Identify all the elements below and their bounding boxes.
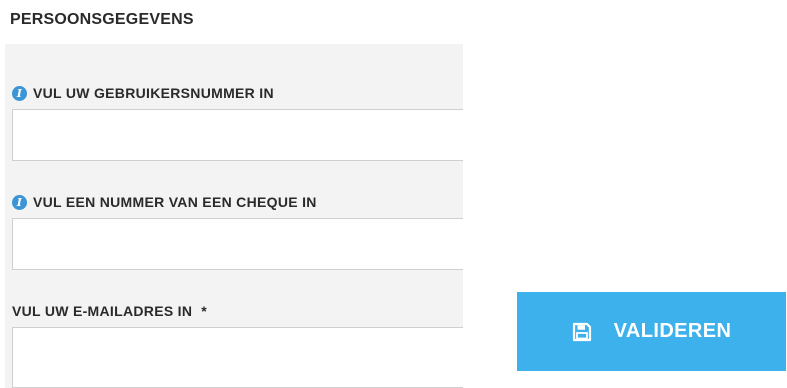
user-number-label: i VUL UW GEBRUIKERSNUMMER IN — [12, 85, 274, 101]
email-input[interactable] — [12, 327, 463, 388]
cheque-number-label: i VUL EEN NUMMER VAN EEN CHEQUE IN — [12, 194, 317, 210]
email-label: VUL UW E-MAILADRES IN * — [12, 303, 207, 319]
user-number-input[interactable] — [12, 109, 463, 161]
cheque-number-label-text: VUL EEN NUMMER VAN EEN CHEQUE IN — [33, 194, 317, 210]
section-title: PERSOONSGEGEVENS — [10, 11, 194, 28]
cheque-number-input[interactable] — [12, 218, 463, 270]
save-icon — [572, 322, 591, 341]
email-label-text: VUL UW E-MAILADRES IN — [12, 303, 193, 319]
user-number-label-text: VUL UW GEBRUIKERSNUMMER IN — [33, 85, 274, 101]
info-icon[interactable]: i — [12, 85, 27, 101]
validate-button-label: VALIDEREN — [613, 320, 732, 342]
required-marker: * — [201, 303, 208, 319]
info-icon[interactable]: i — [12, 194, 27, 210]
validate-button[interactable]: VALIDEREN — [517, 292, 786, 371]
